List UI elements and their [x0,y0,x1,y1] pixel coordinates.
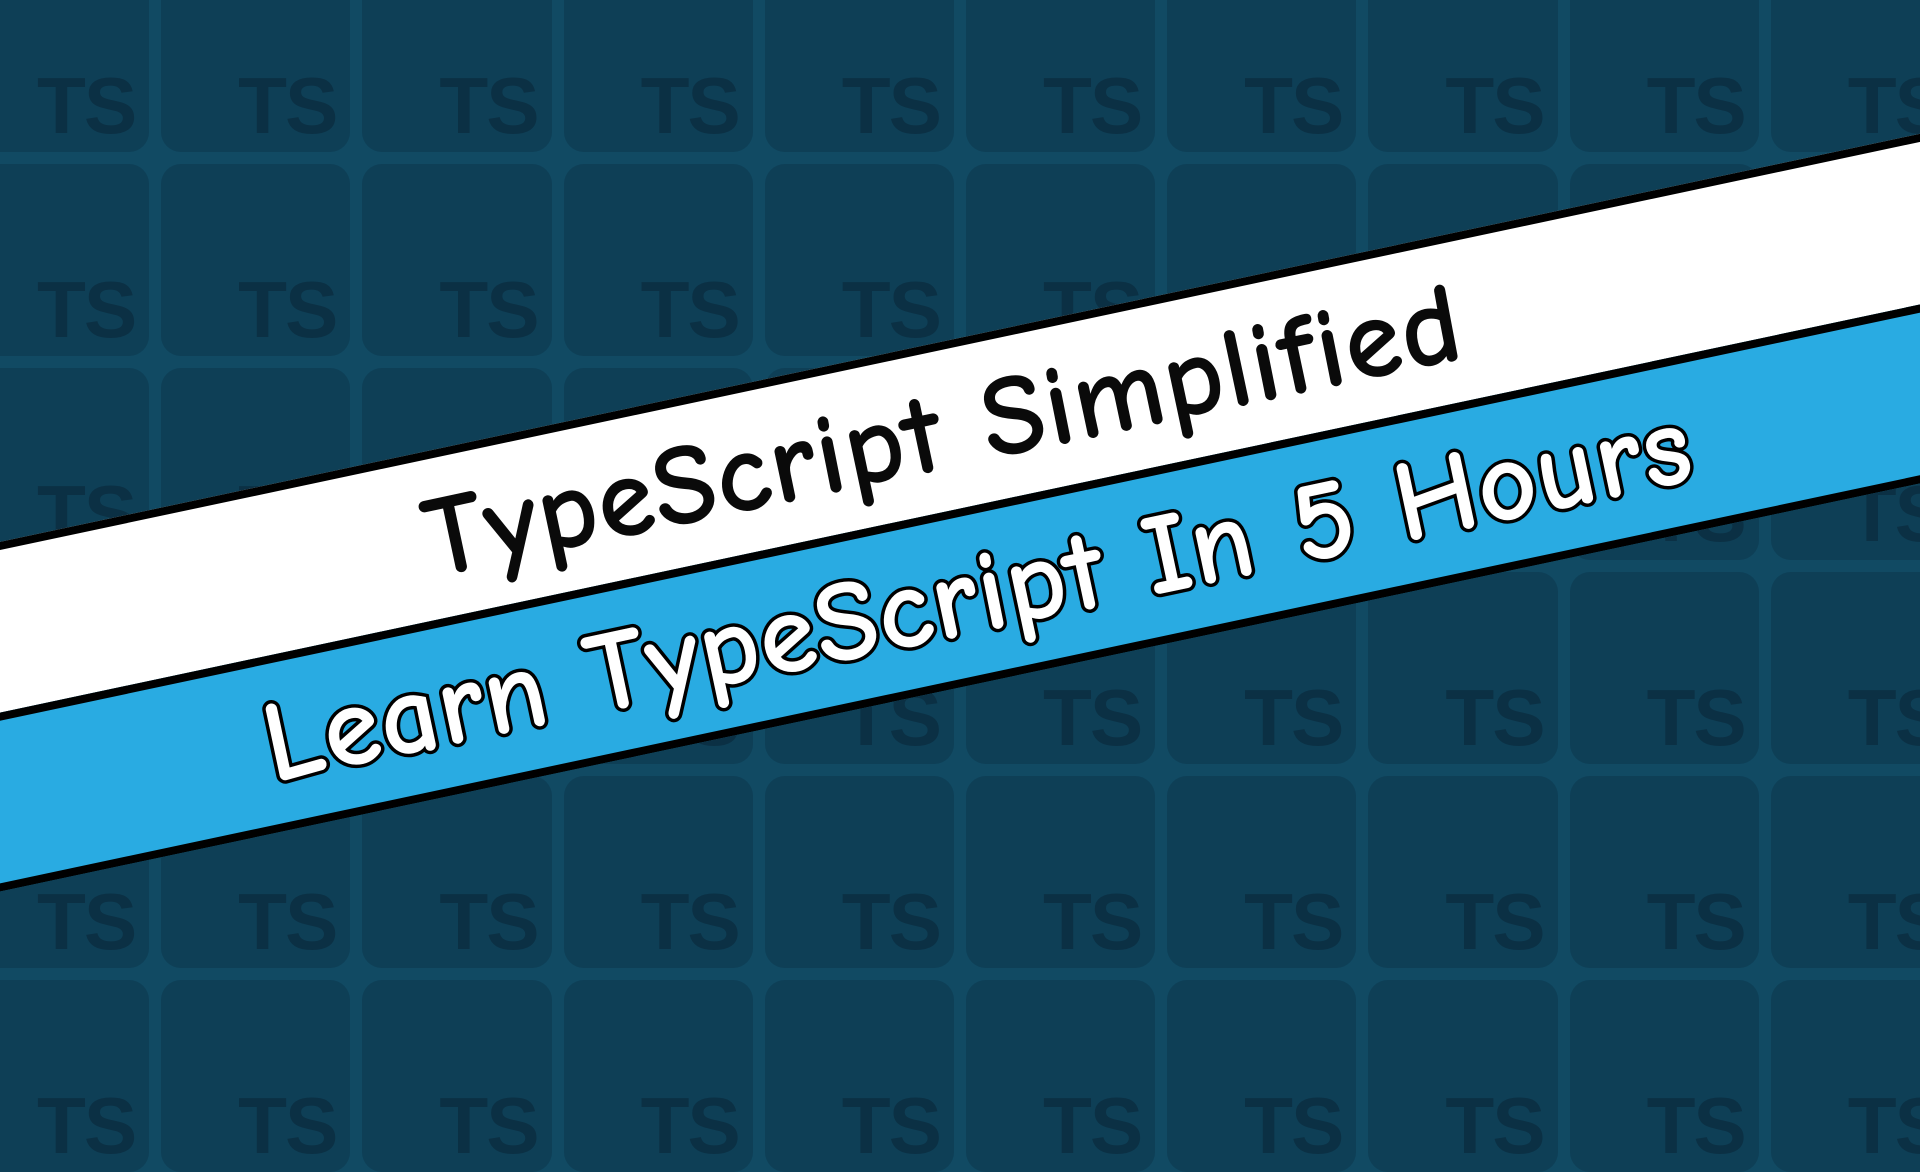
ts-tile-label: TS [842,1086,940,1166]
ts-tile: TS [1570,776,1759,968]
ts-tile-label: TS [1848,1086,1920,1166]
ts-tile-label: TS [1244,882,1342,962]
ts-tile: TS [362,164,551,356]
ts-tile-label: TS [439,1086,537,1166]
ts-tile: TS [765,0,954,152]
ts-tile-label: TS [842,882,940,962]
ts-tile-label: TS [439,66,537,146]
ts-tile-label: TS [1445,1086,1543,1166]
ts-tile-label: TS [37,66,135,146]
ts-tile: TS [765,164,954,356]
ts-tile-label: TS [238,882,336,962]
ts-tile-label: TS [1647,882,1745,962]
ts-tile: TS [0,0,149,152]
ts-tile: TS [1771,572,1920,764]
ts-tile: TS [1570,980,1759,1172]
ts-tile-label: TS [238,1086,336,1166]
ts-tile: TS [966,980,1155,1172]
ts-tile-label: TS [641,66,739,146]
ts-tile-label: TS [1445,66,1543,146]
ts-tile-label: TS [1445,882,1543,962]
ts-tile: TS [564,0,753,152]
ts-tile: TS [966,776,1155,968]
ts-tile: TS [1570,572,1759,764]
ts-tile: TS [0,164,149,356]
ts-tile: TS [161,0,350,152]
ts-tile: TS [564,776,753,968]
ts-tile-label: TS [641,1086,739,1166]
ts-tile: TS [1771,0,1920,152]
ts-tile-label: TS [641,882,739,962]
ts-tile-label: TS [1244,1086,1342,1166]
ts-tile-label: TS [1848,678,1920,758]
ts-tile: TS [1368,0,1557,152]
ts-tile-label: TS [37,882,135,962]
ts-tile-label: TS [1043,1086,1141,1166]
ts-tile: TS [1167,0,1356,152]
ts-tile: TS [1570,0,1759,152]
ts-tile: TS [564,980,753,1172]
ts-tile: TS [1771,776,1920,968]
ts-tile-label: TS [238,270,336,350]
ts-tile: TS [765,980,954,1172]
ts-tile-label: TS [37,1086,135,1166]
ts-tile: TS [564,164,753,356]
ts-tile: TS [765,776,954,968]
ts-tile-label: TS [439,270,537,350]
ts-tile: TS [362,980,551,1172]
ts-tile-label: TS [1848,66,1920,146]
ts-tile: TS [161,980,350,1172]
ts-tile: TS [161,164,350,356]
ts-tile-label: TS [1647,678,1745,758]
ts-tile-label: TS [439,882,537,962]
ts-tile-label: TS [1647,66,1745,146]
ts-tile-label: TS [842,66,940,146]
ts-tile-label: TS [1244,66,1342,146]
ts-tile-label: TS [1647,1086,1745,1166]
ts-tile: TS [1167,776,1356,968]
ts-tile-label: TS [1043,66,1141,146]
ts-tile-label: TS [1445,678,1543,758]
ts-tile: TS [1368,572,1557,764]
ts-tile-label: TS [238,66,336,146]
ts-tile-label: TS [1043,678,1141,758]
ts-tile-label: TS [1043,882,1141,962]
ts-tile: TS [1771,980,1920,1172]
ts-tile: TS [966,0,1155,152]
ts-tile: TS [1167,980,1356,1172]
ts-tile-label: TS [37,270,135,350]
ts-tile: TS [1368,980,1557,1172]
ts-tile: TS [362,0,551,152]
ts-tile: TS [0,980,149,1172]
ts-tile: TS [1368,776,1557,968]
ts-tile-label: TS [1848,882,1920,962]
ts-tile-label: TS [1244,678,1342,758]
ts-tile-label: TS [641,270,739,350]
ts-tile-label: TS [842,270,940,350]
